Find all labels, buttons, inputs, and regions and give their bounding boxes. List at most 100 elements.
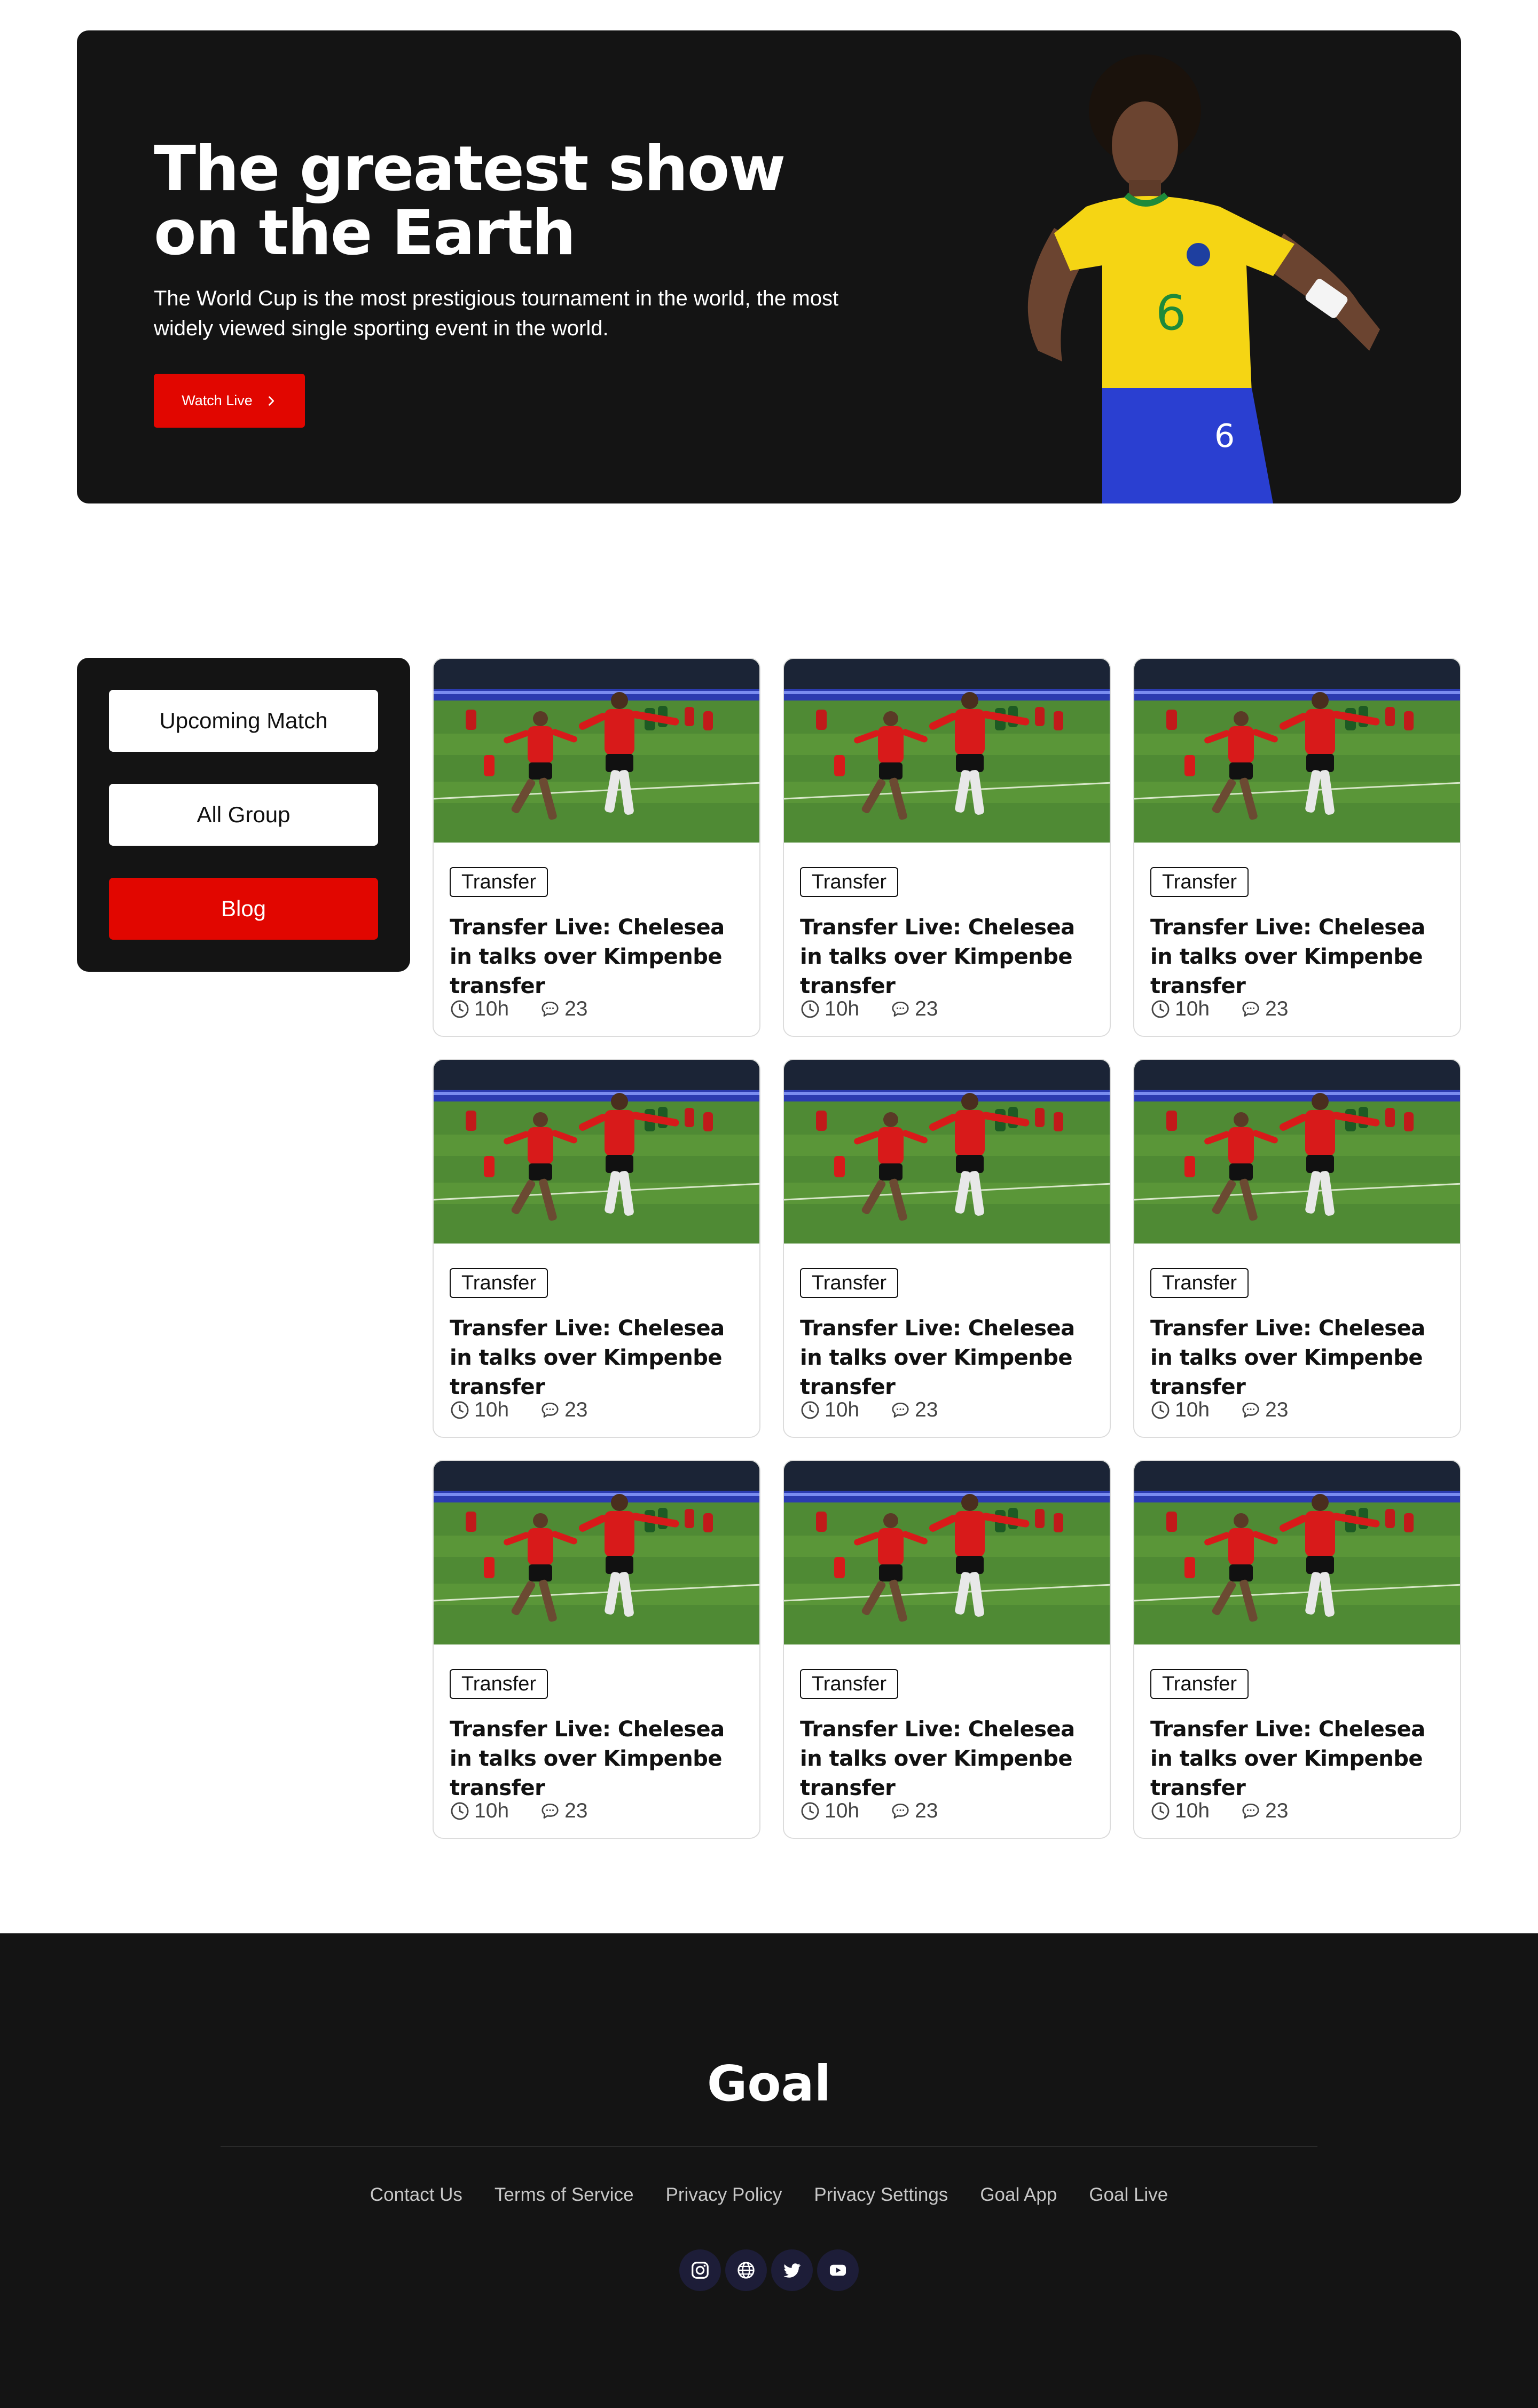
category-tag[interactable]: Transfer (1150, 1268, 1249, 1298)
article-title[interactable]: Transfer Live: Chelesea in talks over Ki… (800, 913, 1099, 1001)
twitter-button[interactable] (771, 2249, 813, 2291)
article-title[interactable]: Transfer Live: Chelesea in talks over Ki… (1150, 1715, 1449, 1803)
article-card[interactable]: Transfer Transfer Live: Chelesea in talk… (1133, 1059, 1461, 1438)
article-card[interactable]: Transfer Transfer Live: Chelesea in talk… (1133, 658, 1461, 1037)
category-tag-label: Transfer (812, 1672, 887, 1695)
comments-meta[interactable]: 23 (890, 1398, 938, 1422)
article-title[interactable]: Transfer Live: Chelesea in talks over Ki… (1150, 1314, 1449, 1402)
article-meta: 10h 23 (450, 1398, 587, 1422)
article-card[interactable]: Transfer Transfer Live: Chelesea in talk… (433, 1059, 760, 1438)
footer-link-goal-app[interactable]: Goal App (980, 2184, 1057, 2206)
article-meta: 10h 23 (800, 1398, 938, 1422)
clock-icon (451, 1802, 469, 1820)
comments-count: 23 (915, 997, 938, 1020)
footer-link-privacy-settings[interactable]: Privacy Settings (814, 2184, 948, 2206)
comments-count: 23 (1265, 1799, 1289, 1822)
comment-icon (1242, 1402, 1259, 1418)
hero-player-image: 6 6 (1027, 54, 1380, 503)
clock-icon (1151, 1401, 1170, 1419)
category-tag-label: Transfer (1162, 1271, 1237, 1294)
comments-meta[interactable]: 23 (540, 997, 587, 1021)
chevron-right-icon (268, 396, 274, 406)
article-title[interactable]: Transfer Live: Chelesea in talks over Ki… (450, 1715, 749, 1803)
category-tag-label: Transfer (461, 1672, 537, 1695)
time-meta: 10h (800, 1799, 859, 1823)
category-tag[interactable]: Transfer (800, 1669, 899, 1699)
article-title[interactable]: Transfer Live: Chelesea in talks over Ki… (800, 1715, 1099, 1803)
category-tag-label: Transfer (812, 870, 887, 893)
time-label: 10h (825, 1799, 860, 1822)
footer-link-goal-live[interactable]: Goal Live (1089, 2184, 1168, 2206)
svg-text:6: 6 (1214, 418, 1235, 455)
clock-icon (801, 1802, 819, 1820)
instagram-button[interactable] (679, 2249, 721, 2291)
comments-meta[interactable]: 23 (890, 997, 938, 1021)
article-title[interactable]: Transfer Live: Chelesea in talks over Ki… (450, 1314, 749, 1402)
article-card[interactable]: Transfer Transfer Live: Chelesea in talk… (1133, 1460, 1461, 1839)
comments-meta[interactable]: 23 (540, 1398, 587, 1422)
article-image (1134, 1060, 1461, 1244)
sidebar-item-upcoming-match[interactable]: Upcoming Match (109, 690, 378, 752)
category-tag[interactable]: Transfer (450, 1669, 548, 1699)
category-tag[interactable]: Transfer (450, 867, 548, 897)
article-card[interactable]: Transfer Transfer Live: Chelesea in talk… (783, 1460, 1111, 1839)
time-label: 10h (825, 1398, 860, 1421)
footer-link-contact-us[interactable]: Contact Us (370, 2184, 462, 2206)
article-card[interactable]: Transfer Transfer Live: Chelesea in talk… (783, 658, 1111, 1037)
sidebar-item-all-group[interactable]: All Group (109, 784, 378, 846)
category-tag[interactable]: Transfer (1150, 867, 1249, 897)
comment-icon (892, 1803, 909, 1819)
comments-count: 23 (915, 1398, 938, 1421)
footer-logo[interactable]: Goal (0, 2055, 1538, 2112)
category-tag[interactable]: Transfer (1150, 1669, 1249, 1699)
hero-banner: The greatest show on the Earth The World… (77, 30, 1461, 503)
article-image (784, 1461, 1111, 1644)
article-meta: 10h 23 (450, 997, 587, 1021)
time-meta: 10h (450, 1398, 509, 1422)
comments-meta[interactable]: 23 (540, 1799, 587, 1823)
time-label: 10h (825, 997, 860, 1020)
clock-icon (801, 1000, 819, 1018)
time-meta: 10h (1150, 997, 1210, 1021)
category-tag[interactable]: Transfer (450, 1268, 548, 1298)
clock-icon (1151, 1802, 1170, 1820)
article-meta: 10h 23 (450, 1799, 587, 1823)
time-meta: 10h (1150, 1398, 1210, 1422)
footer-divider (221, 2146, 1317, 2147)
article-meta: 10h 23 (800, 997, 938, 1021)
article-image (784, 1060, 1111, 1244)
website-button[interactable] (725, 2249, 767, 2291)
time-label: 10h (474, 1799, 509, 1822)
comments-meta[interactable]: 23 (1241, 1398, 1288, 1422)
comments-meta[interactable]: 23 (890, 1799, 938, 1823)
comment-icon (1242, 1001, 1259, 1017)
comment-icon (892, 1001, 909, 1017)
category-tag-label: Transfer (461, 870, 537, 893)
twitter-icon (783, 2263, 801, 2278)
footer-link-terms-of-service[interactable]: Terms of Service (495, 2184, 634, 2206)
article-title[interactable]: Transfer Live: Chelesea in talks over Ki… (450, 913, 749, 1001)
article-title[interactable]: Transfer Live: Chelesea in talks over Ki… (1150, 913, 1449, 1001)
article-card[interactable]: Transfer Transfer Live: Chelesea in talk… (433, 658, 760, 1037)
youtube-icon (829, 2264, 846, 2276)
comments-meta[interactable]: 23 (1241, 1799, 1288, 1823)
article-card[interactable]: Transfer Transfer Live: Chelesea in talk… (433, 1460, 760, 1839)
time-meta: 10h (1150, 1799, 1210, 1823)
watch-live-button[interactable]: Watch Live (154, 374, 305, 428)
time-meta: 10h (800, 997, 859, 1021)
category-tag-label: Transfer (1162, 1672, 1237, 1695)
article-meta: 10h 23 (1150, 1398, 1288, 1422)
article-title[interactable]: Transfer Live: Chelesea in talks over Ki… (800, 1314, 1099, 1402)
sidebar-item-blog[interactable]: Blog (109, 878, 378, 940)
category-tag[interactable]: Transfer (800, 867, 899, 897)
clock-icon (1151, 1000, 1170, 1018)
watch-live-label: Watch Live (182, 392, 253, 408)
comments-meta[interactable]: 23 (1241, 997, 1288, 1021)
footer-link-privacy-policy[interactable]: Privacy Policy (666, 2184, 782, 2206)
article-card[interactable]: Transfer Transfer Live: Chelesea in talk… (783, 1059, 1111, 1438)
youtube-button[interactable] (817, 2249, 859, 2291)
comment-icon (542, 1803, 559, 1819)
category-tag[interactable]: Transfer (800, 1268, 899, 1298)
footer-links: Contact Us Terms of Service Privacy Poli… (0, 2184, 1538, 2206)
clock-icon (801, 1401, 819, 1419)
